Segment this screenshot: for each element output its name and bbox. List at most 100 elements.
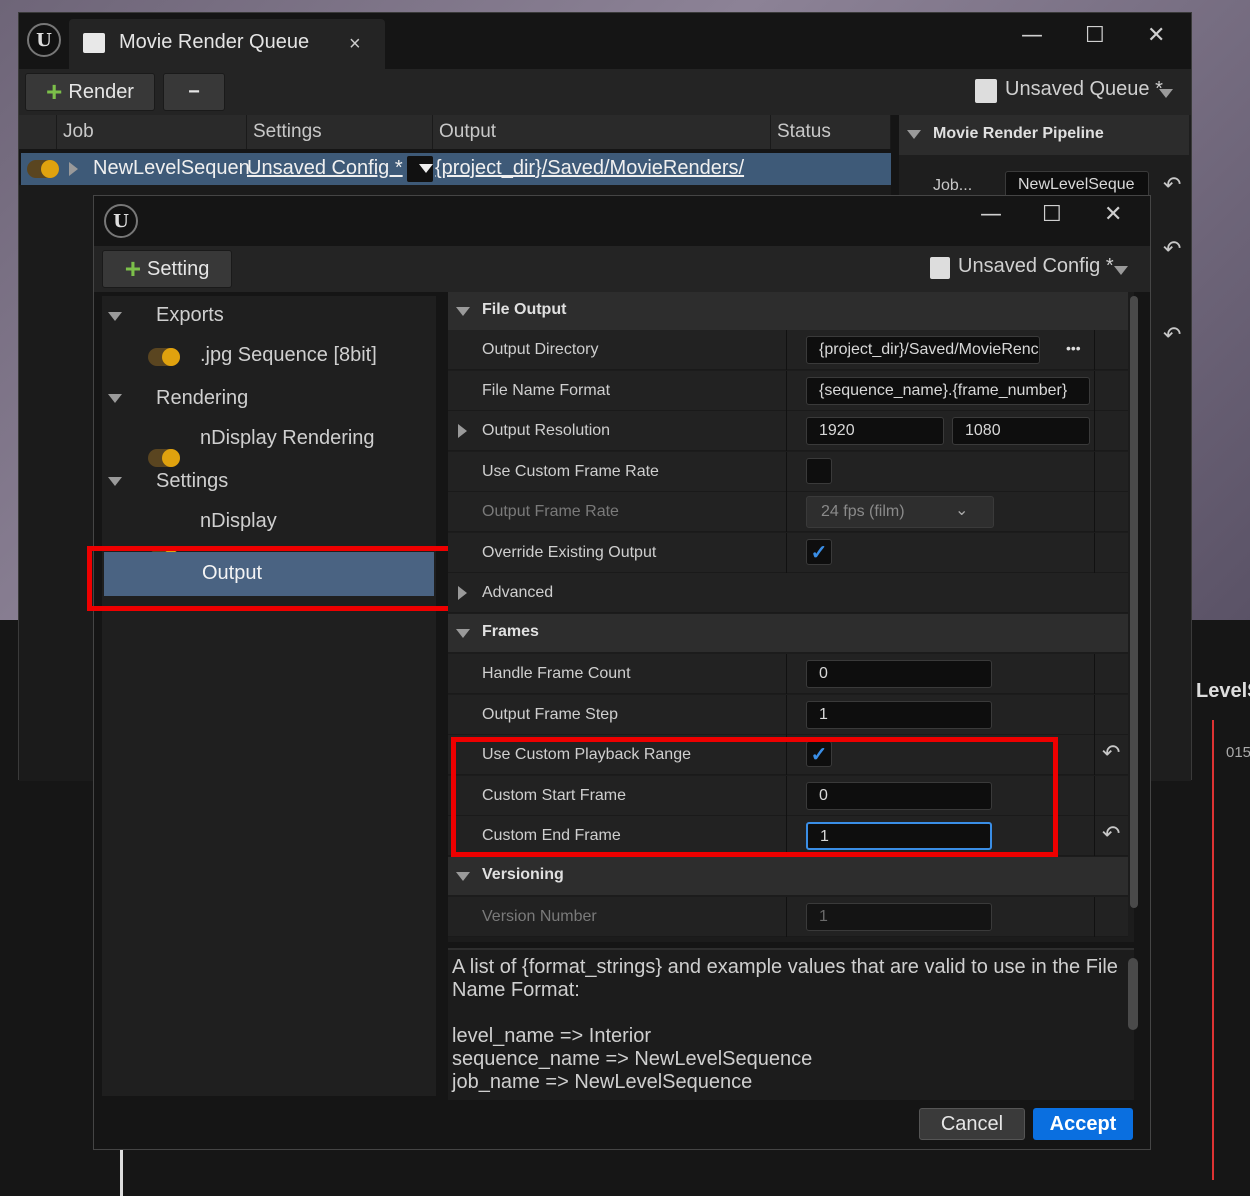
- output-frame-rate-dropdown[interactable]: 24 fps (film) ⌄: [806, 496, 994, 528]
- row-version-number: Version Number 1: [448, 897, 1128, 937]
- details-scrollbar[interactable]: [1130, 296, 1138, 908]
- row-file-name-format: File Name Format {sequence_name}.{frame_…: [448, 371, 1128, 411]
- divider: [786, 533, 787, 573]
- frame-rate-value: 24 fps (film): [821, 503, 905, 520]
- job-settings-link[interactable]: Unsaved Config *: [247, 157, 403, 180]
- close-icon[interactable]: ✕: [1147, 23, 1165, 48]
- collapse-icon: [907, 130, 921, 139]
- row-output-frame-rate: Output Frame Rate 24 fps (film) ⌄: [448, 492, 1128, 532]
- highlight-box-playback-range: [451, 737, 1058, 857]
- config-name-dropdown[interactable]: Unsaved Config *: [958, 255, 1114, 278]
- setting-jpg-sequence[interactable]: .jpg Sequence [8bit]: [200, 344, 377, 367]
- row-override-existing: Override Existing Output ✓: [448, 533, 1128, 573]
- category-rendering[interactable]: Rendering: [156, 387, 248, 410]
- expand-icon[interactable]: [69, 162, 78, 176]
- desc-line: Name Format:: [452, 979, 580, 1001]
- minimize-icon[interactable]: —: [1021, 23, 1043, 48]
- reset-icon[interactable]: ↶: [1102, 741, 1120, 766]
- output-dropdown-button[interactable]: [407, 156, 433, 182]
- render-button[interactable]: + Render: [25, 73, 155, 111]
- ndisplay-rendering-toggle[interactable]: [148, 449, 180, 467]
- collapse-icon[interactable]: [108, 394, 122, 403]
- category-versioning[interactable]: Versioning: [448, 857, 1128, 895]
- collapse-icon: [456, 307, 470, 316]
- reset-icon[interactable]: ↶: [1163, 323, 1181, 348]
- jpg-enable-toggle[interactable]: [148, 348, 180, 366]
- clapperboard-icon: [83, 33, 105, 53]
- maximize-icon[interactable]: ☐: [1042, 202, 1062, 227]
- divider: [1094, 411, 1095, 451]
- job-row[interactable]: NewLevelSequen Unsaved Config * {project…: [21, 153, 891, 185]
- config-dropdown-icon[interactable]: [1114, 266, 1128, 275]
- remove-job-button[interactable]: −: [163, 73, 225, 111]
- row-advanced[interactable]: Advanced: [448, 573, 1128, 613]
- header-output[interactable]: Output: [433, 115, 771, 149]
- divider: [1094, 816, 1095, 856]
- header-job[interactable]: Job: [57, 115, 247, 149]
- row-use-custom-frame-rate: Use Custom Frame Rate: [448, 452, 1128, 492]
- version-number-field[interactable]: 1: [806, 903, 992, 931]
- close-icon[interactable]: ✕: [1104, 202, 1122, 227]
- divider: [786, 452, 787, 492]
- setting-ndisplay-rendering[interactable]: nDisplay Rendering: [200, 427, 375, 450]
- expand-icon[interactable]: [458, 586, 467, 600]
- description-scrollbar[interactable]: [1128, 958, 1138, 1030]
- divider: [786, 492, 787, 532]
- accept-button[interactable]: Accept: [1033, 1108, 1133, 1140]
- add-setting-button[interactable]: + Setting: [102, 250, 232, 288]
- category-settings[interactable]: Settings: [156, 470, 228, 493]
- unreal-logo-icon: U: [27, 23, 61, 57]
- resolution-y-field[interactable]: 1080: [952, 417, 1090, 445]
- reset-icon[interactable]: ↶: [1102, 822, 1120, 847]
- highlight-box-output: [87, 546, 460, 611]
- queue-name-dropdown[interactable]: Unsaved Queue *: [1005, 78, 1163, 101]
- override-existing-checkbox[interactable]: ✓: [806, 539, 832, 565]
- job-enable-toggle[interactable]: [27, 160, 59, 178]
- collapse-icon[interactable]: [108, 477, 122, 486]
- divider: [1094, 654, 1095, 694]
- tab-close-icon[interactable]: ×: [349, 33, 361, 56]
- divider: [1094, 897, 1095, 937]
- handle-frame-count-field[interactable]: 0: [806, 660, 992, 688]
- job-output-link[interactable]: {project_dir}/Saved/MovieRenders/: [435, 157, 744, 180]
- job-name[interactable]: NewLevelSequen: [93, 157, 250, 180]
- minimize-icon[interactable]: —: [980, 202, 1002, 227]
- divider: [1094, 776, 1095, 816]
- mrq-toolbar: + Render − Unsaved Queue *: [19, 69, 1191, 115]
- pipeline-header[interactable]: Movie Render Pipeline: [899, 115, 1189, 155]
- output-frame-step-field[interactable]: 1: [806, 701, 992, 729]
- label-version-number: Version Number: [482, 908, 597, 925]
- category-frames[interactable]: Frames: [448, 614, 1128, 652]
- label-output-resolution: Output Resolution: [482, 422, 611, 439]
- header-status[interactable]: Status: [771, 115, 891, 149]
- resolution-x-field[interactable]: 1920: [806, 417, 944, 445]
- file-name-format-field[interactable]: {sequence_name}.{frame_number}: [806, 377, 1090, 405]
- category-exports[interactable]: Exports: [156, 304, 224, 327]
- output-directory-field[interactable]: {project_dir}/Saved/MovieRenc: [806, 336, 1040, 364]
- plus-icon: +: [46, 76, 63, 107]
- browse-icon[interactable]: •••: [1066, 340, 1081, 356]
- config-toolbar: + Setting Unsaved Config *: [94, 246, 1150, 292]
- expand-icon[interactable]: [458, 424, 467, 438]
- row-handle-frame-count: Handle Frame Count 0: [448, 654, 1128, 694]
- cancel-button[interactable]: Cancel: [919, 1108, 1025, 1140]
- divider: [786, 371, 787, 411]
- plus-icon: +: [124, 253, 142, 284]
- mrq-tab[interactable]: Movie Render Queue ×: [69, 19, 385, 69]
- divider: [786, 654, 787, 694]
- timeline-frame-number: 015: [1226, 744, 1250, 761]
- divider: [1094, 695, 1095, 735]
- reset-icon[interactable]: ↶: [1163, 173, 1181, 198]
- reset-icon[interactable]: ↶: [1163, 237, 1181, 262]
- desc-line: job_name => NewLevelSequence: [452, 1071, 753, 1093]
- header-settings[interactable]: Settings: [247, 115, 433, 149]
- use-custom-frame-rate-checkbox[interactable]: [806, 458, 832, 484]
- label-handle-frame-count: Handle Frame Count: [482, 665, 631, 682]
- collapse-icon[interactable]: [108, 312, 122, 321]
- setting-ndisplay[interactable]: nDisplay: [200, 510, 277, 533]
- category-file-output[interactable]: File Output: [448, 292, 1128, 330]
- format-strings-description: A list of {format_strings} and example v…: [448, 948, 1134, 1100]
- collapse-icon: [456, 629, 470, 638]
- queue-dropdown-icon[interactable]: [1159, 89, 1173, 98]
- maximize-icon[interactable]: ☐: [1085, 23, 1105, 48]
